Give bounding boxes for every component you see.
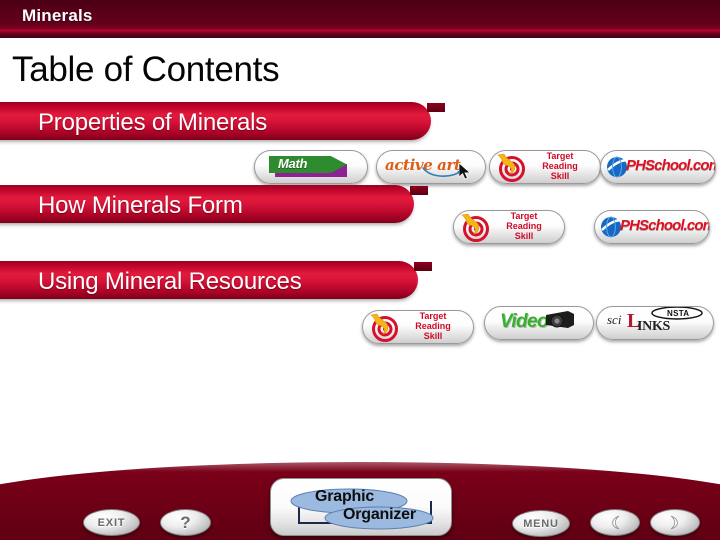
video-camera-icon <box>546 311 574 328</box>
help-button[interactable]: ? <box>160 509 211 536</box>
globe-icon <box>607 156 627 178</box>
next-button[interactable] <box>650 509 700 536</box>
trs-line-2: Reading <box>506 221 542 231</box>
target-reading-skill-icon: Target Reading Skill <box>495 151 595 182</box>
graphic-organizer-line-2: Organizer <box>343 506 416 523</box>
scilinks-inks-text: INKS <box>637 319 671 334</box>
resource-button-target-reading-skill-3[interactable]: Target Reading Skill <box>362 310 474 344</box>
chapter-title: Minerals <box>22 6 93 25</box>
target-reading-skill-label: Target Reading Skill <box>493 211 555 241</box>
target-reading-skill-icon: Target Reading Skill <box>368 311 468 342</box>
video-label: Video <box>500 311 549 332</box>
trs-line-2: Reading <box>415 321 451 331</box>
target-reading-skill-label: Target Reading Skill <box>402 311 464 341</box>
page-title: Table of Contents <box>12 50 280 89</box>
exit-button[interactable]: EXIT <box>83 509 140 536</box>
phschool-label: PHSchool.com <box>620 217 710 234</box>
graphic-organizer-button[interactable]: Graphic Organizer <box>270 478 452 536</box>
target-icon <box>497 153 525 182</box>
active-art-icon: active art <box>383 154 479 180</box>
resource-button-target-reading-skill-1[interactable]: Target Reading Skill <box>489 150 601 184</box>
chevron-right-icon <box>670 515 678 530</box>
trs-line-1: Target <box>510 211 538 221</box>
scilinks-icon: sci L INKS NSTA <box>605 307 705 338</box>
trs-line-3: Skill <box>514 231 534 241</box>
graphic-organizer-line-1: Graphic <box>315 488 375 505</box>
chevron-left-icon <box>612 515 620 530</box>
math-icon: Math <box>269 156 353 178</box>
toolbar-sheen <box>0 462 720 472</box>
trs-line-3: Skill <box>550 171 570 181</box>
nsta-label: NSTA <box>667 309 690 318</box>
resource-button-phschool-2[interactable]: PHSchool.com <box>594 210 710 244</box>
back-button[interactable] <box>590 509 640 536</box>
menu-button[interactable]: MENU <box>512 510 570 537</box>
resource-button-target-reading-skill-2[interactable]: Target Reading Skill <box>453 210 565 244</box>
video-icon: Video <box>498 310 580 336</box>
section-label-how-minerals-form: How Minerals Form <box>38 192 243 219</box>
mouse-cursor-icon <box>459 163 471 180</box>
chapter-header-band: Minerals <box>0 0 720 38</box>
section-label-properties-of-minerals: Properties of Minerals <box>38 109 268 136</box>
exit-label: EXIT <box>97 516 126 529</box>
phschool-label: PHSchool.com <box>626 157 716 174</box>
globe-icon <box>601 216 621 238</box>
resource-button-scilinks[interactable]: sci L INKS NSTA <box>596 306 714 340</box>
presentation-slide: Minerals Table of Contents Properties of… <box>0 0 720 540</box>
target-reading-skill-icon: Target Reading Skill <box>459 211 559 242</box>
trs-line-3: Skill <box>423 331 443 341</box>
trs-line-1: Target <box>546 151 574 161</box>
target-icon <box>461 213 489 242</box>
help-label: ? <box>180 512 191 532</box>
section-label-using-mineral-resources: Using Mineral Resources <box>38 268 302 295</box>
phschool-icon: PHSchool.com <box>600 215 709 239</box>
resource-button-phschool-1[interactable]: PHSchool.com <box>600 150 716 184</box>
target-icon <box>370 313 398 342</box>
phschool-icon: PHSchool.com <box>606 155 715 179</box>
resource-button-active-art[interactable]: active art <box>376 150 486 184</box>
math-label: Math <box>278 156 308 171</box>
menu-label: MENU <box>523 517 559 530</box>
scilinks-sci-text: sci <box>607 312 622 327</box>
target-reading-skill-label: Target Reading Skill <box>529 151 591 181</box>
resource-button-video[interactable]: Video <box>484 306 594 340</box>
trs-line-2: Reading <box>542 161 578 171</box>
trs-line-1: Target <box>419 311 447 321</box>
resource-button-math[interactable]: Math <box>254 150 368 184</box>
